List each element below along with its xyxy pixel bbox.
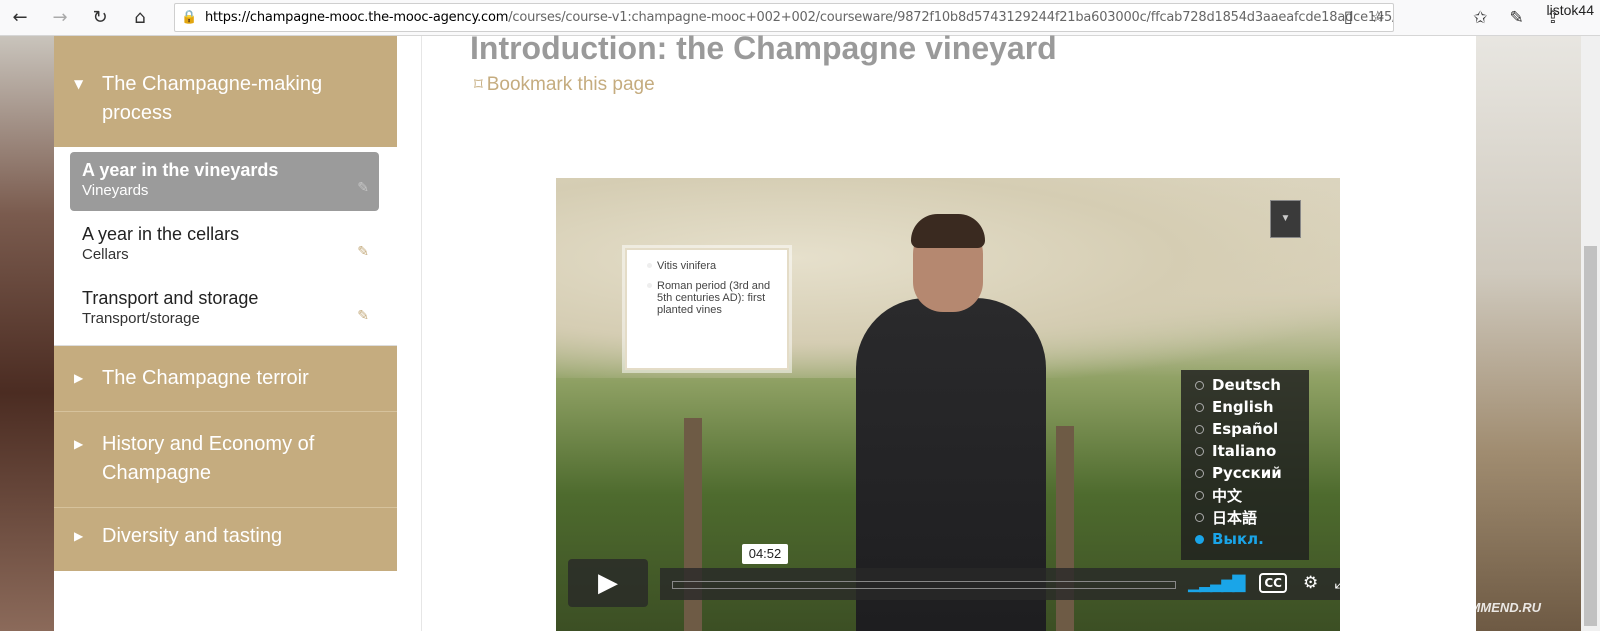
section-champagne-making[interactable]: ▼ The Champagne-making process xyxy=(54,36,397,147)
section-label: Diversity and tasting xyxy=(102,525,283,547)
subsection-list: A year in the vineyards Vineyards ✎ A ye… xyxy=(54,147,397,345)
section-diversity-tasting[interactable]: ▶ Diversity and tasting xyxy=(54,507,397,571)
caption-option-italiano[interactable]: Italiano xyxy=(1195,440,1309,462)
play-icon: ▶ xyxy=(598,568,618,598)
section-terroir[interactable]: ▶ The Champagne terroir xyxy=(54,345,397,411)
caption-option-japanese[interactable]: 日本語 xyxy=(1195,506,1309,528)
radio-icon xyxy=(1195,490,1204,500)
caption-label: Español xyxy=(1212,420,1279,438)
section-label: The Champagne-making process xyxy=(102,73,323,124)
scrollbar-thumb[interactable] xyxy=(1584,246,1597,626)
unit-content: Introduction: the Champagne vineyard ⌑ B… xyxy=(421,30,1476,631)
home-icon[interactable]: ⌂ xyxy=(120,0,160,36)
section-label: History and Economy of Champagne xyxy=(102,433,315,484)
subsection-title: A year in the vineyards xyxy=(82,160,279,180)
star-icon[interactable]: ☆ xyxy=(1371,7,1385,26)
bookmark-button[interactable]: ⌑ Bookmark this page xyxy=(474,74,655,96)
closed-captions-icon[interactable]: CC xyxy=(1259,573,1287,593)
presenter-hair xyxy=(911,214,985,248)
progress-bar[interactable] xyxy=(672,581,1176,589)
caption-option-espanol[interactable]: Español xyxy=(1195,418,1309,440)
radio-icon xyxy=(1195,446,1204,456)
page-scrollbar[interactable] xyxy=(1581,36,1600,631)
caption-label: 中文 xyxy=(1212,486,1243,505)
edit-icon: ✎ xyxy=(357,308,369,324)
main-content: Introduction: the Champagne vineyard ⌑ B… xyxy=(397,30,1476,631)
bookmark-icon: ⌑ xyxy=(474,75,483,95)
caption-option-russian[interactable]: Русский xyxy=(1195,462,1309,484)
radio-icon xyxy=(1195,424,1204,434)
radio-icon xyxy=(1195,402,1204,412)
caption-option-chinese[interactable]: 中文 xyxy=(1195,484,1309,506)
bookmark-label: Bookmark this page xyxy=(486,74,655,95)
control-bar: 04:52 ▁▂▃▅▇ CC ⚙ ⤢ xyxy=(660,544,1340,600)
caption-label: Русский xyxy=(1212,464,1282,482)
back-arrow-icon[interactable]: ← xyxy=(0,0,40,36)
subsection-subtitle: Vineyards xyxy=(82,182,149,199)
fullscreen-icon[interactable]: ⤢ xyxy=(1334,573,1340,593)
reload-icon[interactable]: ↻ xyxy=(80,0,120,36)
caption-option-off[interactable]: Выкл. xyxy=(1195,528,1309,550)
caret-down-icon: ▼ xyxy=(74,77,84,91)
forward-arrow-icon[interactable]: → xyxy=(40,0,80,36)
settings-gear-icon[interactable]: ⚙ xyxy=(1303,573,1318,593)
watermark: RECOMMEND.RU xyxy=(1432,600,1542,615)
video-controls: ▶ 04:52 ▁▂▃▅▇ CC ⚙ ⤢ xyxy=(568,544,1340,609)
subsection-title: Transport and storage xyxy=(82,288,259,308)
subsection-transport[interactable]: Transport and storage Transport/storage … xyxy=(70,280,379,339)
caret-right-icon: ▶ xyxy=(74,371,84,385)
subsection-subtitle: Transport/storage xyxy=(82,310,200,327)
subsection-vineyards[interactable]: A year in the vineyards Vineyards ✎ xyxy=(70,152,379,211)
section-history-economy[interactable]: ▶ History and Economy of Champagne xyxy=(54,411,397,507)
caption-language-menu: Deutsch English Español Italiano Русский… xyxy=(1181,370,1309,560)
caption-label: English xyxy=(1212,398,1274,416)
caption-option-english[interactable]: English xyxy=(1195,396,1309,418)
caret-right-icon: ▶ xyxy=(74,437,84,451)
caption-label: Italiano xyxy=(1212,442,1277,460)
channel-logo: ▼ xyxy=(1270,200,1301,238)
radio-icon xyxy=(1195,468,1204,478)
volume-icon[interactable]: ▁▂▃▅▇ xyxy=(1188,573,1245,593)
background-image-left xyxy=(0,36,54,631)
info-card-line: Roman period (3rd and 5th centuries AD):… xyxy=(647,280,779,316)
play-button[interactable]: ▶ xyxy=(568,559,648,607)
pen-icon[interactable]: ✎ xyxy=(1510,8,1524,28)
radio-icon xyxy=(1195,534,1204,544)
reader-view-icon[interactable]: ▯ xyxy=(1344,7,1353,26)
caption-option-deutsch[interactable]: Deutsch xyxy=(1195,374,1309,396)
url-text[interactable]: https://champagne-mooc.the-mooc-agency.c… xyxy=(205,10,1393,25)
edit-icon: ✎ xyxy=(357,244,369,260)
section-label: The Champagne terroir xyxy=(102,367,309,389)
subsection-cellars[interactable]: A year in the cellars Cellars ✎ xyxy=(70,216,379,275)
caption-label: Deutsch xyxy=(1212,376,1281,394)
caption-label: Выкл. xyxy=(1212,530,1264,548)
username: listok44 xyxy=(1546,2,1594,18)
lock-icon: 🔒 xyxy=(181,10,198,25)
video-info-card: Vitis vinifera Roman period (3rd and 5th… xyxy=(625,248,789,370)
caption-label: 日本語 xyxy=(1212,508,1258,527)
page-title: Introduction: the Champagne vineyard xyxy=(470,30,1057,66)
favorites-icon[interactable]: ✩ xyxy=(1473,8,1487,28)
time-tooltip: 04:52 xyxy=(742,544,788,564)
caret-right-icon: ▶ xyxy=(74,529,84,543)
video-player[interactable]: ▼ Vitis vinifera Roman period (3rd and 5… xyxy=(556,178,1340,631)
course-navigation: ▼ The Champagne-making process A year in… xyxy=(54,36,397,631)
edit-icon: ✎ xyxy=(357,180,369,196)
radio-icon xyxy=(1195,380,1204,390)
radio-icon xyxy=(1195,512,1204,522)
address-bar[interactable]: 🔒 https://champagne-mooc.the-mooc-agency… xyxy=(174,3,1394,32)
subsection-title: A year in the cellars xyxy=(82,224,240,244)
info-card-line: Vitis vinifera xyxy=(647,260,779,272)
subsection-subtitle: Cellars xyxy=(82,246,129,263)
